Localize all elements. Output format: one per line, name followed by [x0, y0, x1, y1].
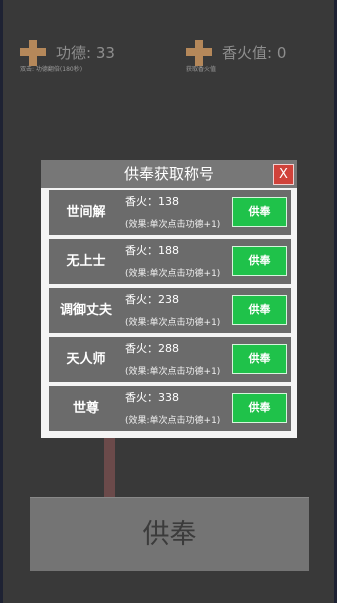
incense-price: 香火：288 — [125, 342, 179, 355]
incense-price: 香火：188 — [125, 244, 179, 257]
title-name: 无上士 — [66, 254, 106, 269]
offer-button[interactable]: 供奉 — [232, 344, 287, 374]
effect-text: (效果:单次点击功德+1) — [125, 269, 221, 279]
effect-text: (效果:单次点击功德+1) — [125, 318, 221, 328]
effect-text: (效果:单次点击功德+1) — [125, 367, 221, 377]
title-name: 世尊 — [72, 401, 99, 416]
incense-price: 香火：338 — [125, 391, 179, 404]
merit-caption: 双击: 功德翻倍(180秒) — [20, 66, 83, 73]
effect-text: (效果:单次点击功德+1) — [125, 220, 221, 230]
dialog-header: 供奉获取称号 X — [41, 160, 297, 188]
offer-button[interactable]: 供奉 — [232, 246, 287, 276]
merit-value: 功德: 33 — [56, 44, 115, 62]
plus-icon[interactable] — [20, 40, 46, 66]
list-item: 世间解 香火：138 (效果:单次点击功德+1) 供奉 — [49, 190, 291, 235]
offer-main-button[interactable]: 供奉 — [30, 497, 309, 571]
game-stage: 双击: 功德翻倍(180秒) 功德: 33 获取香火值 香火值: 0 供奉 供奉… — [3, 0, 334, 603]
list-item: 调御丈夫 香火：238 (效果:单次点击功德+1) 供奉 — [49, 288, 291, 333]
incense-price: 香火：238 — [125, 293, 179, 306]
title-offer-dialog: 供奉获取称号 X 世间解 香火：138 (效果:单次点击功德+1) 供奉 无上士… — [41, 160, 297, 438]
title-name: 天人师 — [66, 352, 106, 367]
plus-icon[interactable] — [186, 40, 212, 66]
effect-text: (效果:单次点击功德+1) — [125, 416, 221, 426]
close-button[interactable]: X — [273, 164, 294, 185]
offer-button[interactable]: 供奉 — [232, 197, 287, 227]
incense-caption: 获取香火值 — [186, 66, 217, 73]
title-list[interactable]: 世间解 香火：138 (效果:单次点击功德+1) 供奉 无上士 香火：188 (… — [49, 190, 291, 434]
list-item: 无上士 香火：188 (效果:单次点击功德+1) 供奉 — [49, 239, 291, 284]
incense-price: 香火：138 — [125, 195, 179, 208]
dialog-title: 供奉获取称号 — [123, 165, 214, 183]
incense-pole — [104, 435, 115, 497]
incense-value: 香火值: 0 — [222, 44, 287, 62]
list-item: 世尊 香火：338 (效果:单次点击功德+1) 供奉 — [49, 386, 291, 431]
offer-button[interactable]: 供奉 — [232, 295, 287, 325]
offer-button[interactable]: 供奉 — [232, 393, 287, 423]
title-name: 世间解 — [66, 205, 106, 220]
list-item: 天人师 香火：288 (效果:单次点击功德+1) 供奉 — [49, 337, 291, 382]
title-name: 调御丈夫 — [59, 303, 112, 318]
